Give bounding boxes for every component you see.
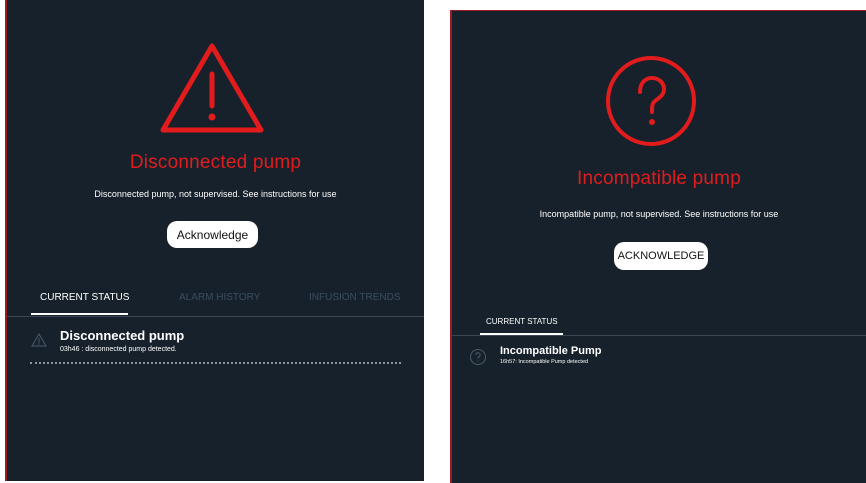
warning-triangle-icon xyxy=(160,43,264,133)
status-detail: 16h57: Incompatible Pump detected xyxy=(500,359,589,365)
tab-bar: CURRENT STATUS xyxy=(452,311,866,336)
alarm-message: Disconnected pump, not supervised. See i… xyxy=(94,189,337,199)
active-tab-indicator xyxy=(480,333,563,335)
tab-alarm-history[interactable]: ALARM HISTORY xyxy=(179,292,260,303)
acknowledge-button[interactable]: ACKNOWLEDGE xyxy=(614,242,708,270)
incompatible-pump-alarm-panel: Incompatible pump Incompatible pump, not… xyxy=(450,10,866,483)
alarm-message: Incompatible pump, not supervised. See i… xyxy=(539,209,779,219)
alarm-title: Disconnected pump xyxy=(129,152,302,173)
tab-current-status[interactable]: CURRENT STATUS xyxy=(40,292,129,303)
status-title: Disconnected pump xyxy=(60,328,185,343)
alarm-title: Incompatible pump xyxy=(577,168,741,189)
status-separator xyxy=(30,362,401,364)
tab-bar: CURRENT STATUS ALARM HISTORY INFUSION TR… xyxy=(7,283,424,317)
tab-infusion-trends[interactable]: INFUSION TRENDS xyxy=(309,292,401,303)
active-tab-indicator xyxy=(31,313,128,315)
question-circle-icon xyxy=(470,349,486,365)
disconnected-pump-alarm-panel: Disconnected pump Disconnected pump, not… xyxy=(5,0,424,481)
status-detail: 03h46 : disconnected pump detected. xyxy=(60,346,177,353)
question-circle-icon xyxy=(606,56,696,146)
warning-triangle-icon xyxy=(31,333,47,347)
tab-current-status[interactable]: CURRENT STATUS xyxy=(486,317,558,326)
acknowledge-button[interactable]: Acknowledge xyxy=(167,221,258,248)
status-title: Incompatible Pump xyxy=(500,345,602,357)
